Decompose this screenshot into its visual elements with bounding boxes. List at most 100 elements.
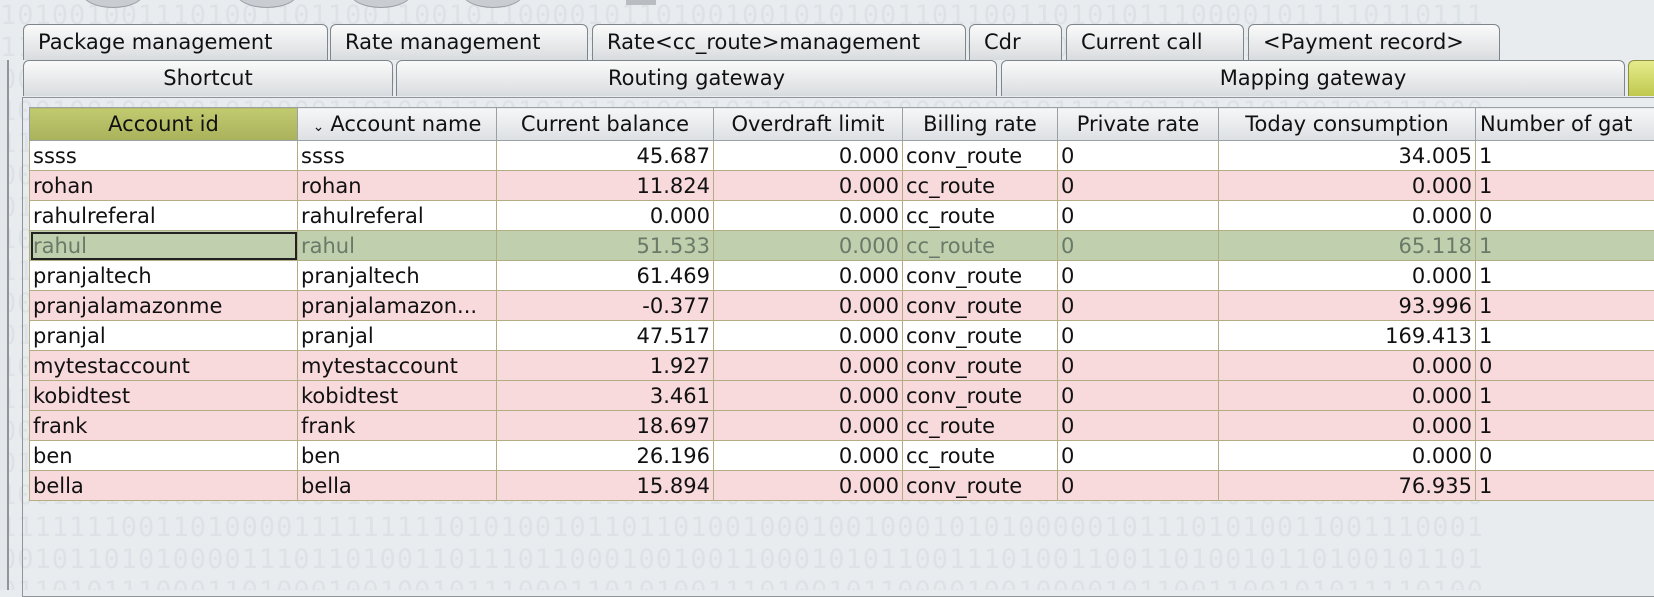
table-row[interactable]: ben ben 26.196 0.000 cc_route 0 0.000 0: [30, 441, 1654, 471]
cell-account-id[interactable]: rahul: [30, 231, 298, 261]
cell-private-rate[interactable]: 0: [1058, 291, 1219, 321]
cell-number-of-gateways[interactable]: 0: [1476, 201, 1654, 231]
column-header-number-of-gateways[interactable]: Number of gat: [1476, 108, 1654, 141]
cell-account-id[interactable]: ben: [30, 441, 298, 471]
table-row[interactable]: pranjaltech pranjaltech 61.469 0.000 con…: [30, 261, 1654, 291]
cell-number-of-gateways[interactable]: 0: [1476, 351, 1654, 381]
cell-billing-rate[interactable]: conv_route: [903, 291, 1058, 321]
cell-overdraft-limit[interactable]: 0.000: [714, 411, 903, 441]
table-row[interactable]: bella bella 15.894 0.000 conv_route 0 76…: [30, 471, 1654, 501]
cell-billing-rate[interactable]: cc_route: [903, 171, 1058, 201]
column-header-overdraft-limit[interactable]: Overdraft limit: [714, 108, 903, 141]
cell-billing-rate[interactable]: conv_route: [903, 381, 1058, 411]
cell-today-consumption[interactable]: 93.996: [1219, 291, 1476, 321]
table-row[interactable]: rahulreferal rahulreferal 0.000 0.000 cc…: [30, 201, 1654, 231]
cell-private-rate[interactable]: 0: [1058, 201, 1219, 231]
cell-billing-rate[interactable]: cc_route: [903, 231, 1058, 261]
cell-today-consumption[interactable]: 0.000: [1219, 201, 1476, 231]
cell-number-of-gateways[interactable]: 1: [1476, 171, 1654, 201]
cell-account-name[interactable]: bella: [298, 471, 497, 501]
table-row[interactable]: pranjalamazonme pranjalamazon... -0.377 …: [30, 291, 1654, 321]
tab-package-management[interactable]: Package management: [23, 24, 328, 60]
tab-mapping-gateway[interactable]: Mapping gateway: [1001, 60, 1625, 96]
cell-billing-rate[interactable]: conv_route: [903, 351, 1058, 381]
toolbar-round-button[interactable]: [82, 0, 144, 8]
table-row[interactable]: pranjal pranjal 47.517 0.000 conv_route …: [30, 321, 1654, 351]
cell-private-rate[interactable]: 0: [1058, 471, 1219, 501]
cell-current-balance[interactable]: 61.469: [497, 261, 714, 291]
cell-account-id[interactable]: pranjaltech: [30, 261, 298, 291]
toolbar-round-button[interactable]: [462, 0, 524, 8]
cell-today-consumption[interactable]: 0.000: [1219, 351, 1476, 381]
cell-number-of-gateways[interactable]: 1: [1476, 411, 1654, 441]
tab-current-call[interactable]: Current call: [1066, 24, 1244, 60]
toolbar-square-button[interactable]: [626, 0, 656, 5]
cell-current-balance[interactable]: 11.824: [497, 171, 714, 201]
tab-rate-management[interactable]: Rate management: [330, 24, 588, 60]
column-header-billing-rate[interactable]: Billing rate: [903, 108, 1058, 141]
table-row-selected[interactable]: rahul rahul 51.533 0.000 cc_route 0 65.1…: [30, 231, 1654, 261]
cell-today-consumption[interactable]: 169.413: [1219, 321, 1476, 351]
cell-today-consumption[interactable]: 0.000: [1219, 441, 1476, 471]
cell-current-balance[interactable]: 15.894: [497, 471, 714, 501]
column-header-account-name[interactable]: ⌄Account name: [298, 108, 497, 141]
column-header-private-rate[interactable]: Private rate: [1058, 108, 1219, 141]
cell-private-rate[interactable]: 0: [1058, 171, 1219, 201]
cell-private-rate[interactable]: 0: [1058, 381, 1219, 411]
cell-account-name[interactable]: pranjaltech: [298, 261, 497, 291]
cell-current-balance[interactable]: 26.196: [497, 441, 714, 471]
cell-number-of-gateways[interactable]: 0: [1476, 441, 1654, 471]
cell-account-name[interactable]: ben: [298, 441, 497, 471]
cell-number-of-gateways[interactable]: 1: [1476, 231, 1654, 261]
cell-current-balance[interactable]: 3.461: [497, 381, 714, 411]
column-header-current-balance[interactable]: Current balance: [497, 108, 714, 141]
cell-current-balance[interactable]: 47.517: [497, 321, 714, 351]
cell-account-name[interactable]: rohan: [298, 171, 497, 201]
cell-account-name[interactable]: rahulreferal: [298, 201, 497, 231]
cell-number-of-gateways[interactable]: 1: [1476, 141, 1654, 171]
cell-current-balance[interactable]: 0.000: [497, 201, 714, 231]
cell-account-id[interactable]: bella: [30, 471, 298, 501]
cell-overdraft-limit[interactable]: 0.000: [714, 381, 903, 411]
table-row[interactable]: kobidtest kobidtest 3.461 0.000 conv_rou…: [30, 381, 1654, 411]
cell-number-of-gateways[interactable]: 1: [1476, 261, 1654, 291]
cell-account-id[interactable]: kobidtest: [30, 381, 298, 411]
tab-shortcut[interactable]: Shortcut: [23, 60, 393, 96]
cell-private-rate[interactable]: 0: [1058, 411, 1219, 441]
cell-overdraft-limit[interactable]: 0.000: [714, 171, 903, 201]
tab-cdr[interactable]: Cdr: [969, 24, 1062, 60]
cell-account-id[interactable]: frank: [30, 411, 298, 441]
toolbar-round-button[interactable]: [236, 0, 298, 8]
cell-number-of-gateways[interactable]: 1: [1476, 471, 1654, 501]
cell-current-balance[interactable]: -0.377: [497, 291, 714, 321]
cell-account-name[interactable]: frank: [298, 411, 497, 441]
cell-billing-rate[interactable]: cc_route: [903, 441, 1058, 471]
cell-overdraft-limit[interactable]: 0.000: [714, 231, 903, 261]
cell-overdraft-limit[interactable]: 0.000: [714, 261, 903, 291]
cell-today-consumption[interactable]: 76.935: [1219, 471, 1476, 501]
tab-routing-gateway[interactable]: Routing gateway: [396, 60, 997, 96]
cell-account-id[interactable]: pranjal: [30, 321, 298, 351]
cell-private-rate[interactable]: 0: [1058, 141, 1219, 171]
tab-account-active[interactable]: [1628, 60, 1654, 96]
table-row[interactable]: ssss ssss 45.687 0.000 conv_route 0 34.0…: [30, 141, 1654, 171]
cell-overdraft-limit[interactable]: 0.000: [714, 321, 903, 351]
cell-account-name[interactable]: ssss: [298, 141, 497, 171]
cell-private-rate[interactable]: 0: [1058, 261, 1219, 291]
cell-private-rate[interactable]: 0: [1058, 351, 1219, 381]
cell-billing-rate[interactable]: cc_route: [903, 411, 1058, 441]
cell-overdraft-limit[interactable]: 0.000: [714, 141, 903, 171]
cell-today-consumption[interactable]: 0.000: [1219, 171, 1476, 201]
cell-overdraft-limit[interactable]: 0.000: [714, 291, 903, 321]
cell-current-balance[interactable]: 51.533: [497, 231, 714, 261]
cell-number-of-gateways[interactable]: 1: [1476, 381, 1654, 411]
cell-overdraft-limit[interactable]: 0.000: [714, 471, 903, 501]
cell-account-id[interactable]: ssss: [30, 141, 298, 171]
cell-account-name[interactable]: pranjal: [298, 321, 497, 351]
cell-private-rate[interactable]: 0: [1058, 231, 1219, 261]
tab-rate-cc-route-management[interactable]: Rate<cc_route>management: [592, 24, 966, 60]
cell-today-consumption[interactable]: 0.000: [1219, 261, 1476, 291]
cell-current-balance[interactable]: 45.687: [497, 141, 714, 171]
cell-today-consumption[interactable]: 65.118: [1219, 231, 1476, 261]
toolbar-round-button[interactable]: [350, 0, 412, 8]
